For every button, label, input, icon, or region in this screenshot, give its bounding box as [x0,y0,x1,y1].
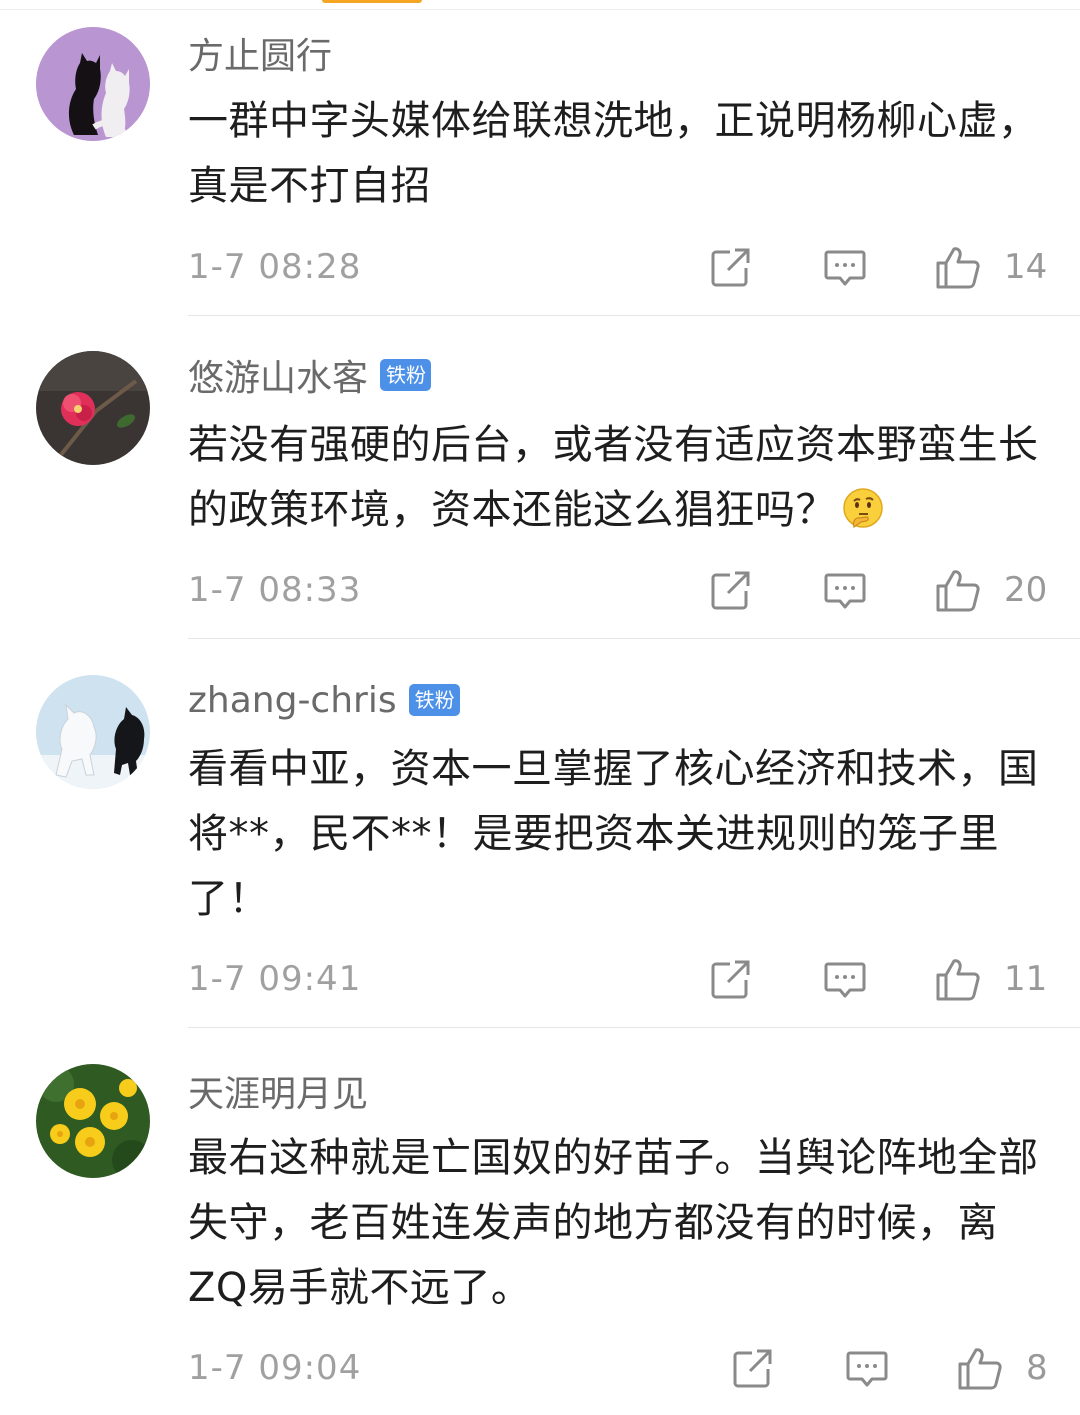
reply-button[interactable] [822,242,868,292]
username[interactable]: zhang-chris [188,680,397,721]
comment-icon [824,250,866,286]
share-button[interactable] [708,565,754,615]
username[interactable]: 天涯明月见 [188,1065,368,1117]
share-icon [711,960,750,999]
share-icon [733,1349,772,1388]
fan-badge: 铁粉 [408,684,460,716]
timestamp: 1-7 09:04 [188,1348,362,1388]
avatar[interactable] [36,1064,150,1178]
like-button[interactable]: 11 [934,954,1047,1004]
comment-icon [846,1351,888,1387]
reply-button[interactable] [822,565,868,615]
like-count: 20 [1004,570,1048,610]
cats-avatar [36,27,150,141]
share-button[interactable] [708,954,754,1004]
avatar[interactable] [36,351,150,465]
comment-text: 一群中字头媒体给联想洗地，正说明杨柳心虚，真是不打自招 [188,89,1048,219]
comment-text-body: 最右这种就是亡国奴的好苗子。当舆论阵地全部失守，老百姓连发声的地方都没有的时候，… [188,1135,1039,1311]
avatar[interactable] [36,675,150,789]
thumbs-up-icon [936,570,980,612]
flower-avatar [36,351,150,465]
timestamp: 1-7 09:41 [188,959,362,999]
share-icon [711,571,750,610]
share-icon [711,248,750,287]
comment-text-body: 一群中字头媒体给联想洗地，正说明杨柳心虚，真是不打自招 [188,98,1039,209]
comment-meta: 1-7 08:33 20 [188,565,1048,615]
share-button[interactable] [730,1343,776,1393]
fan-badge: 铁粉 [380,359,432,391]
avatar[interactable] [36,27,150,141]
timestamp: 1-7 08:33 [188,570,362,610]
username-row: zhang-chris 铁粉 [188,675,460,725]
comment-text-body: 若没有强硬的后台，或者没有适应资本野蛮生长的政策环境，资本还能这么猖狂吗？ [188,422,1039,533]
like-button[interactable]: 8 [956,1343,1048,1393]
comment-text: 最右这种就是亡国奴的好苗子。当舆论阵地全部失守，老百姓连发声的地方都没有的时候，… [188,1126,1048,1321]
comment-icon [824,573,866,609]
comment-text: 若没有强硬的后台，或者没有适应资本野蛮生长的政策环境，资本还能这么猖狂吗？ [188,413,1048,543]
comment-divider [188,315,1080,316]
username-row: 悠游山水客 铁粉 [188,349,432,401]
reply-button[interactable] [822,954,868,1004]
username[interactable]: 方止圆行 [188,27,332,79]
comment-icon [824,962,866,998]
tab-indicator [322,0,422,3]
like-count: 8 [1026,1348,1048,1388]
like-count: 14 [1004,247,1048,287]
like-button[interactable]: 14 [934,242,1047,292]
comment-text: 看看中亚，资本一旦掌握了核心经济和技术，国将**，民不**！是要把资本关进规则的… [188,737,1048,932]
timestamp: 1-7 08:28 [188,247,362,287]
thumbs-up-icon [936,959,980,1001]
comment-meta: 1-7 09:04 8 [188,1343,1048,1393]
reply-button[interactable] [844,1343,890,1393]
username[interactable]: 悠游山水客 [188,349,368,401]
top-divider [0,9,1080,10]
thinking-face-icon [843,488,883,528]
comment-meta: 1-7 09:41 11 [188,954,1048,1004]
thumbs-up-icon [936,247,980,289]
share-button[interactable] [708,242,754,292]
like-count: 11 [1004,959,1048,999]
horses-avatar [36,675,150,789]
comment-divider [188,638,1080,639]
username-row: 天涯明月见 [188,1066,368,1116]
daisies-avatar [36,1064,150,1178]
comment-divider [188,1027,1080,1028]
thumbs-up-icon [958,1348,1002,1390]
username-row: 方止圆行 [188,28,332,78]
like-button[interactable]: 20 [934,565,1047,615]
comment-meta: 1-7 08:28 14 [188,242,1048,292]
comment-text-body: 看看中亚，资本一旦掌握了核心经济和技术，国将**，民不**！是要把资本关进规则的… [188,746,1039,922]
